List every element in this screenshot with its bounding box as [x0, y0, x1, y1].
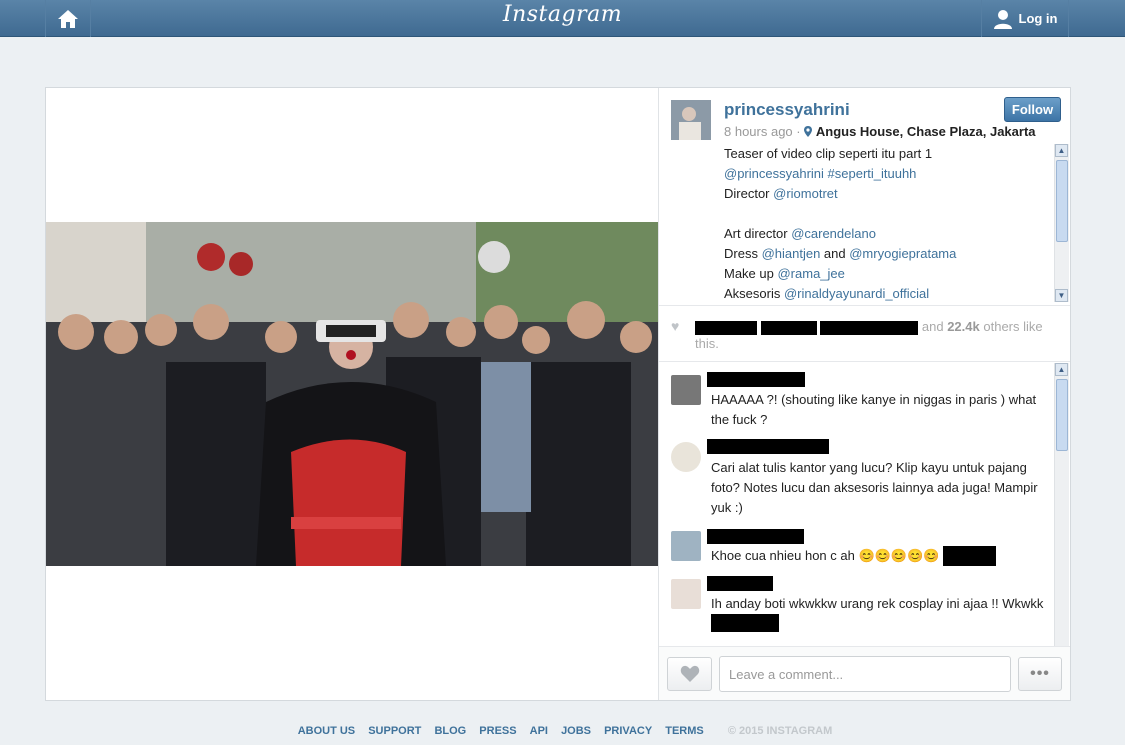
commenter-avatar[interactable] — [671, 579, 701, 609]
mention-link[interactable]: @carendelano — [791, 226, 876, 241]
footer-link-terms[interactable]: TERMS — [665, 725, 704, 737]
comment-text: HAAAAA ?! (shouting like kanye in niggas… — [711, 392, 1037, 427]
media-area — [46, 88, 658, 700]
caption-line: Make up @rama_jee — [724, 264, 1054, 284]
avatar-image — [671, 100, 711, 140]
top-navigation-bar: Instagram Log in — [0, 0, 1125, 37]
caption-text: Art director — [724, 226, 792, 241]
scrollbar-thumb[interactable] — [1056, 160, 1068, 242]
likes-count[interactable]: 22.4k — [947, 319, 980, 334]
mention-link[interactable]: @riomotret — [773, 186, 838, 201]
user-icon — [993, 9, 1012, 29]
post-meta: 8 hours ago · Angus House, Chase Plaza, … — [724, 124, 1036, 139]
instagram-logo[interactable]: Instagram — [0, 2, 1125, 27]
more-options-button[interactable]: ••• — [1018, 657, 1062, 691]
footer-link-press[interactable]: PRESS — [479, 725, 516, 737]
caption-line: @princessyahrini #seperti_ituuhh — [724, 164, 1054, 184]
mention-link[interactable]: @rama_jee — [777, 266, 844, 281]
footer-link-jobs[interactable]: JOBS — [561, 725, 591, 737]
redacted-text — [943, 546, 997, 566]
video-still — [46, 222, 658, 566]
redacted-liker — [695, 320, 757, 335]
login-button[interactable]: Log in — [981, 0, 1069, 37]
footer-link-api[interactable]: API — [530, 725, 548, 737]
footer-link-about[interactable]: ABOUT US — [298, 725, 355, 737]
heart-icon — [680, 665, 699, 682]
author-username[interactable]: princessyahrini — [724, 100, 850, 120]
comment-composer: ••• — [659, 646, 1070, 700]
hashtag-link[interactable]: #seperti_ituuhh — [824, 166, 917, 181]
footer-link-privacy[interactable]: PRIVACY — [604, 725, 652, 737]
comments-scrollbar[interactable]: ▲ — [1054, 363, 1069, 646]
scroll-up-arrow-icon[interactable]: ▲ — [1055, 363, 1068, 376]
footer-link-blog[interactable]: BLOG — [434, 725, 466, 737]
likes-section: ♥ and 22.4k others like this. — [659, 305, 1070, 362]
copyright-text: © 2015 INSTAGRAM — [727, 725, 833, 737]
redacted-commenter-name — [707, 529, 804, 544]
location-pin-icon — [804, 126, 813, 137]
redacted-liker — [760, 320, 817, 335]
author-avatar[interactable] — [671, 100, 711, 140]
comment-body: Ih anday boti wkwkkw urang rek cosplay i… — [711, 596, 1044, 611]
redacted-commenter-name — [707, 576, 773, 591]
like-button[interactable] — [667, 657, 712, 691]
comment-text: Ih anday boti wkwkkw urang rek cosplay i… — [711, 594, 1051, 634]
caption-line: Director @riomotret — [724, 184, 1054, 204]
caption-text: Make up — [724, 266, 778, 281]
mention-link[interactable]: @mryogiepratama — [849, 246, 956, 261]
caption-line: Dress @hiantjen and @mryogiepratama — [724, 244, 1054, 264]
likes-and-text: and — [921, 319, 944, 334]
redacted-commenter-name — [707, 439, 829, 454]
commenter-avatar[interactable] — [671, 375, 701, 405]
redacted-text — [711, 614, 779, 632]
comment-text: Khoe cua nhieu hon c ah 😊😊😊😊😊 — [711, 546, 1051, 566]
redacted-commenter-name — [707, 372, 805, 387]
login-label: Log in — [1018, 11, 1058, 26]
post-details-panel: princessyahrini 8 hours ago · Angus Hous… — [658, 88, 1070, 700]
video-player[interactable] — [46, 222, 658, 566]
caption-line: Aksesoris @rinaldyayunardi_official — [724, 284, 1054, 302]
commenter-avatar[interactable] — [671, 531, 701, 561]
likes-summary: and 22.4k others like this. — [695, 318, 1061, 352]
caption-text: Dress — [724, 246, 762, 261]
caption-line: Art director @carendelano — [724, 224, 1054, 244]
heart-icon: ♥ — [671, 318, 680, 334]
meta-separator: · — [792, 124, 805, 139]
scroll-up-arrow-icon[interactable]: ▲ — [1055, 144, 1068, 157]
mention-link[interactable]: @rinaldyayunardi_official — [784, 286, 929, 301]
post-time[interactable]: 8 hours ago — [724, 124, 793, 139]
footer: ABOUT US SUPPORT BLOG PRESS API JOBS PRI… — [0, 725, 1125, 737]
footer-link-support[interactable]: SUPPORT — [368, 725, 421, 737]
redacted-liker — [820, 320, 919, 335]
caption-line: Teaser of video clip seperti itu part 1 — [724, 146, 933, 161]
comment-input[interactable] — [719, 656, 1011, 692]
caption-text: Aksesoris — [724, 286, 784, 301]
post-location[interactable]: Angus House, Chase Plaza, Jakarta — [816, 124, 1036, 139]
caption-scrollbar[interactable]: ▲ ▼ — [1054, 144, 1069, 302]
scroll-down-arrow-icon[interactable]: ▼ — [1055, 289, 1068, 302]
post-card: princessyahrini 8 hours ago · Angus Hous… — [45, 87, 1071, 701]
follow-button[interactable]: Follow — [1004, 97, 1061, 122]
comment-body: Khoe cua nhieu hon c ah 😊😊😊😊😊 — [711, 548, 940, 563]
comment-text: Cari alat tulis kantor yang lucu? Klip k… — [711, 460, 1038, 515]
mention-link[interactable]: @hiantjen — [762, 246, 821, 261]
caption-text: Director — [724, 186, 774, 201]
post-caption: Teaser of video clip seperti itu part 1 … — [724, 144, 1054, 302]
comments-list: HAAAAA ?! (shouting like kanye in niggas… — [659, 363, 1070, 646]
commenter-avatar[interactable] — [671, 442, 701, 472]
scrollbar-thumb[interactable] — [1056, 379, 1068, 451]
caption-text: and — [820, 246, 850, 261]
mention-link[interactable]: @princessyahrini — [724, 166, 824, 181]
